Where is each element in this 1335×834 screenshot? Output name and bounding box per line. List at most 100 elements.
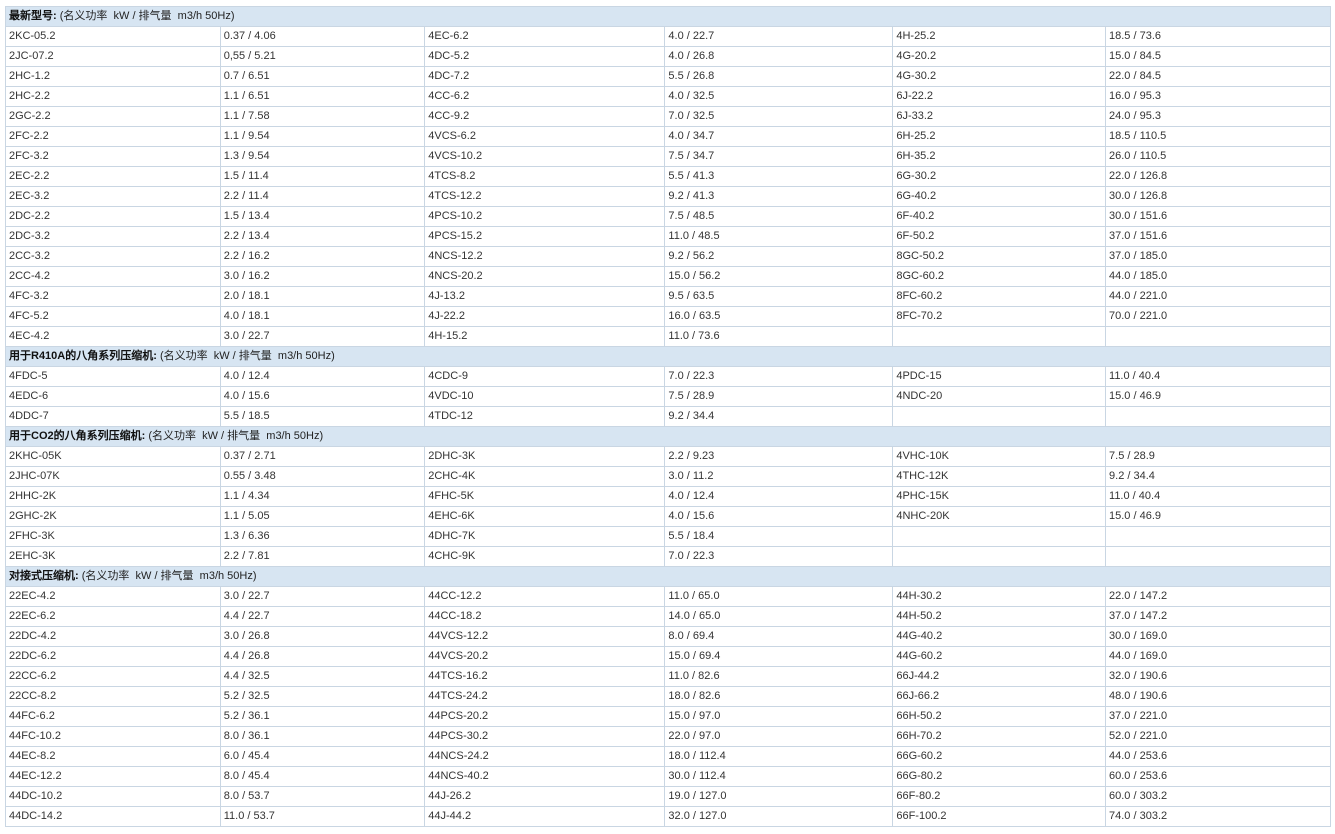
- spec-cell: 44.0 / 253.6: [1105, 746, 1331, 767]
- spec-cell: 44.0 / 221.0: [1105, 286, 1331, 307]
- model-cell: 4CC-6.2: [424, 86, 666, 107]
- spec-cell: 19.0 / 127.0: [664, 786, 894, 807]
- spec-cell: 9.2 / 56.2: [664, 246, 894, 267]
- model-cell: 22EC-4.2: [5, 586, 221, 607]
- model-cell: 4FHC-5K: [424, 486, 666, 507]
- spec-cell: 44.0 / 169.0: [1105, 646, 1331, 667]
- model-cell: 2GHC-2K: [5, 506, 221, 527]
- model-cell: 66G-60.2: [892, 746, 1107, 767]
- table-row: 22EC-4.2 3.0 / 22.7 44CC-12.2 11.0 / 65.0 44…: [5, 586, 1331, 607]
- spec-cell: 8.0 / 36.1: [219, 726, 426, 747]
- model-cell: 44NCS-24.2: [424, 746, 666, 767]
- model-cell: 4FC-5.2: [5, 306, 221, 327]
- model-cell: 8GC-50.2: [892, 246, 1107, 267]
- model-cell: 44EC-12.2: [5, 766, 221, 787]
- spec-cell: 4.0 / 15.6: [664, 506, 894, 527]
- model-cell: 4PCS-10.2: [424, 206, 666, 227]
- model-cell: 4EDC-6: [5, 386, 221, 407]
- spec-cell: [1105, 406, 1331, 427]
- model-cell: 4PHC-15K: [892, 486, 1107, 507]
- section-unit-note: (名义功率 kW / 排气量 m3/h 50Hz): [156, 350, 335, 362]
- spec-cell: 1.1 / 5.05: [219, 506, 426, 527]
- model-cell: 6G-40.2: [892, 186, 1107, 207]
- table-row: 4EDC-6 4.0 / 15.6 4VDC-10 7.5 / 28.9 4NDC-20…: [5, 386, 1331, 407]
- spec-cell: 0,55 / 5.21: [219, 46, 426, 67]
- spec-cell: 70.0 / 221.0: [1105, 306, 1331, 327]
- spec-cell: 8.0 / 69.4: [664, 626, 894, 647]
- model-cell: 4DC-7.2: [424, 66, 666, 87]
- spec-cell: 1.5 / 11.4: [219, 166, 426, 187]
- table-row: 2HHC-2K 1.1 / 4.34 4FHC-5K 4.0 / 12.4 4PHC-1…: [5, 486, 1331, 507]
- spec-cell: 37.0 / 151.6: [1105, 226, 1331, 247]
- model-cell: 6H-25.2: [892, 126, 1107, 147]
- table-row: 44EC-8.2 6.0 / 45.4 44NCS-24.2 18.0 / 112.4…: [5, 746, 1331, 767]
- model-cell: 2FHC-3K: [5, 526, 221, 547]
- section-title: 用于R410A的八角系列压缩机:: [9, 350, 157, 362]
- spec-cell: 2.2 / 11.4: [219, 186, 426, 207]
- model-cell: 4EC-6.2: [424, 26, 666, 47]
- model-cell: 4H-25.2: [892, 26, 1107, 47]
- model-cell: 4VCS-6.2: [424, 126, 666, 147]
- table-row: 2GC-2.2 1.1 / 7.58 4CC-9.2 7.0 / 32.5 6J-33.…: [5, 106, 1331, 127]
- spec-cell: 2.0 / 18.1: [219, 286, 426, 307]
- spec-cell: 0.37 / 2.71: [219, 446, 426, 467]
- spec-cell: 16.0 / 63.5: [664, 306, 894, 327]
- spec-cell: 1.1 / 6.51: [219, 86, 426, 107]
- spec-cell: 3.0 / 16.2: [219, 266, 426, 287]
- spec-cell: 7.0 / 22.3: [664, 546, 894, 567]
- model-cell: 22DC-4.2: [5, 626, 221, 647]
- model-cell: 4VHC-10K: [892, 446, 1107, 467]
- spec-cell: 37.0 / 185.0: [1105, 246, 1331, 267]
- model-cell: 2CC-3.2: [5, 246, 221, 267]
- spec-cell: 9.2 / 34.4: [1105, 466, 1331, 487]
- spec-cell: 4.4 / 32.5: [219, 666, 426, 687]
- model-cell: 44FC-6.2: [5, 706, 221, 727]
- model-cell: 6F-40.2: [892, 206, 1107, 227]
- compressor-spec-table: 最新型号: (名义功率 kW / 排气量 m3/h 50Hz) 2KC-05.2 0…: [5, 6, 1331, 827]
- model-cell: 44EC-8.2: [5, 746, 221, 767]
- compressor-spec-table-container: 最新型号: (名义功率 kW / 排气量 m3/h 50Hz) 2KC-05.2 0…: [5, 6, 1331, 827]
- model-cell: 22CC-8.2: [5, 686, 221, 707]
- model-cell: 44J-44.2: [424, 806, 666, 827]
- table-row: 2KC-05.2 0.37 / 4.06 4EC-6.2 4.0 / 22.7 4H-2…: [5, 26, 1331, 47]
- spec-cell: 9.5 / 63.5: [664, 286, 894, 307]
- model-cell: 44NCS-40.2: [424, 766, 666, 787]
- spec-cell: [1105, 546, 1331, 567]
- model-cell: 4VCS-10.2: [424, 146, 666, 167]
- model-cell: 4DDC-7: [5, 406, 221, 427]
- model-cell: 22CC-6.2: [5, 666, 221, 687]
- spec-cell: [1105, 326, 1331, 347]
- spec-cell: 0.55 / 3.48: [219, 466, 426, 487]
- table-row: 22CC-6.2 4.4 / 32.5 44TCS-16.2 11.0 / 82.6 6…: [5, 666, 1331, 687]
- model-cell: 44J-26.2: [424, 786, 666, 807]
- model-cell: 4PCS-15.2: [424, 226, 666, 247]
- spec-cell: 11.0 / 82.6: [664, 666, 894, 687]
- model-cell: 44PCS-30.2: [424, 726, 666, 747]
- spec-cell: 15.0 / 69.4: [664, 646, 894, 667]
- spec-cell: 22.0 / 97.0: [664, 726, 894, 747]
- spec-cell: 1.1 / 7.58: [219, 106, 426, 127]
- model-cell: 44DC-10.2: [5, 786, 221, 807]
- spec-cell: 26.0 / 110.5: [1105, 146, 1331, 167]
- table-row: 2DC-3.2 2.2 / 13.4 4PCS-15.2 11.0 / 48.5 6F-…: [5, 226, 1331, 247]
- spec-cell: 18.0 / 82.6: [664, 686, 894, 707]
- model-cell: 2GC-2.2: [5, 106, 221, 127]
- model-cell: 4NHC-20K: [892, 506, 1107, 527]
- spec-cell: 44.0 / 185.0: [1105, 266, 1331, 287]
- section-title: 对接式压缩机:: [9, 570, 79, 582]
- model-cell: 4DHC-7K: [424, 526, 666, 547]
- spec-cell: 6.0 / 45.4: [219, 746, 426, 767]
- model-cell: 44G-60.2: [892, 646, 1107, 667]
- spec-cell: 0.7 / 6.51: [219, 66, 426, 87]
- model-cell: 2CHC-4K: [424, 466, 666, 487]
- section-unit-note: (名义功率 kW / 排气量 m3/h 50Hz): [145, 430, 324, 442]
- spec-cell: 4.4 / 22.7: [219, 606, 426, 627]
- spec-cell: 32.0 / 190.6: [1105, 666, 1331, 687]
- model-cell: 6G-30.2: [892, 166, 1107, 187]
- spec-cell: 7.5 / 28.9: [1105, 446, 1331, 467]
- spec-cell: 18.5 / 73.6: [1105, 26, 1331, 47]
- section-title: 最新型号:: [9, 10, 57, 22]
- model-cell: 44PCS-20.2: [424, 706, 666, 727]
- model-cell: [892, 406, 1107, 427]
- spec-cell: 60.0 / 253.6: [1105, 766, 1331, 787]
